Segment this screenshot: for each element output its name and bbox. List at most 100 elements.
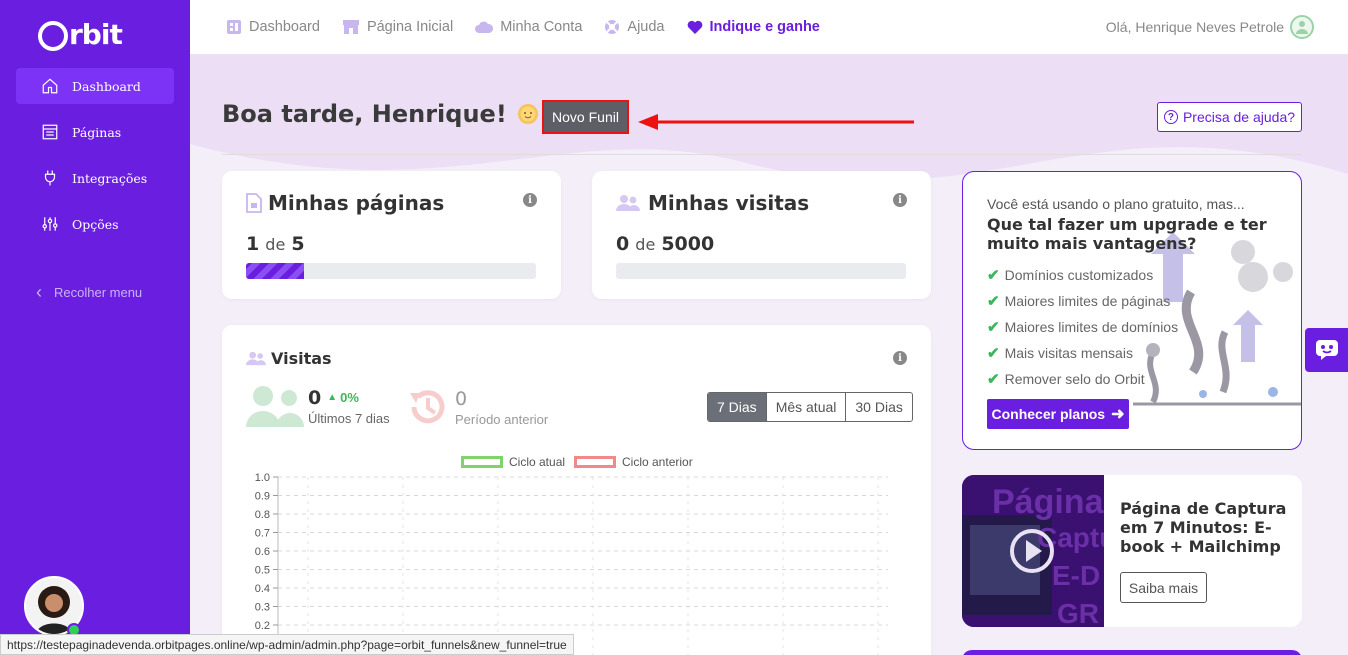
list-item: ✔ Domínios customizados: [987, 262, 1178, 288]
list-item: ✔ Remover selo do Orbit: [987, 366, 1178, 392]
video-thumbnail[interactable]: Página Captu E-D GR: [962, 475, 1104, 627]
current-visits-value: 0: [308, 386, 322, 409]
info-icon[interactable]: i: [893, 193, 907, 207]
previous-period-stat: 0 Período anterior: [406, 385, 548, 429]
collapse-menu-label: Recolher menu: [54, 285, 143, 300]
top-link-label: Dashboard: [249, 19, 320, 35]
feature-label: Remover selo do Orbit: [1004, 371, 1145, 387]
history-icon: [410, 390, 445, 424]
feature-label: Maiores limites de páginas: [1004, 293, 1171, 309]
thumb-word: GR: [1057, 598, 1099, 627]
sidebar-item-label: Integrações: [72, 170, 148, 186]
feature-label: Mais visitas mensais: [1004, 345, 1133, 361]
check-icon: ✔: [987, 293, 1000, 310]
pages-card-title: Minhas páginas: [246, 191, 444, 215]
users-large-icon: [246, 386, 304, 427]
visits-chart-title: Visitas: [246, 349, 332, 368]
question-circle-icon: ?: [1163, 110, 1178, 124]
store-icon: [342, 19, 360, 35]
sidebar-item-dashboard[interactable]: Dashboard: [16, 68, 174, 104]
y-tick-label: 0.3: [255, 602, 270, 614]
pages-card-title-text: Minhas páginas: [268, 191, 445, 215]
top-link-pagina-inicial[interactable]: Página Inicial: [342, 19, 453, 35]
list-item: ✔ Maiores limites de páginas: [987, 288, 1178, 314]
caret-up-icon: ▲: [327, 392, 338, 403]
range-7-days[interactable]: 7 Dias: [708, 393, 766, 421]
upgrade-feature-list: ✔ Domínios customizados ✔ Maiores limites …: [987, 262, 1178, 392]
help-button-label: Precisa de ajuda?: [1182, 109, 1296, 125]
upgrade-card: Você está usando o plano gratuito, mas..…: [962, 171, 1302, 450]
list-item: ✔ Maiores limites de domínios: [987, 314, 1178, 340]
users-icon: [246, 351, 266, 366]
top-link-ajuda[interactable]: Ajuda: [604, 19, 665, 35]
sidebar-item-opcoes[interactable]: Opções: [16, 206, 174, 242]
page-title: Boa tarde, Henrique!: [222, 100, 539, 128]
arrow-right-icon: ➜: [1111, 406, 1125, 423]
thumb-word: E-D: [1052, 560, 1100, 591]
learn-more-button[interactable]: Saiba mais: [1120, 572, 1207, 603]
cloud-icon: [475, 20, 494, 34]
upgrade-intro: Você está usando o plano gratuito, mas..…: [987, 196, 1245, 212]
thumb-word: Página: [992, 483, 1104, 521]
visits-chart-card: Visitas i 0 ▲ 0% Últimos 7 dias 0 Períod…: [222, 325, 931, 655]
visits-limit: 5000: [661, 233, 715, 255]
y-tick-label: 0.6: [255, 546, 270, 558]
sidebar-item-label: Opções: [72, 216, 119, 232]
visits-usage-card: Minhas visitas i 0 de 5000: [592, 171, 931, 299]
logo-ring-icon: [38, 21, 68, 51]
check-icon: ✔: [987, 267, 1000, 284]
y-tick-label: 0.9: [255, 491, 270, 503]
range-30-days[interactable]: 30 Dias: [845, 393, 911, 421]
sidebar-item-paginas[interactable]: Páginas: [16, 114, 174, 150]
sidebar-item-label: Dashboard: [72, 78, 141, 94]
info-icon[interactable]: i: [523, 193, 537, 207]
lifebuoy-icon: [604, 19, 620, 35]
status-url: https://testepaginadevenda.orbitpages.on…: [7, 637, 567, 652]
page-title-text: Boa tarde, Henrique!: [222, 100, 507, 128]
top-link-minha-conta[interactable]: Minha Conta: [475, 19, 582, 35]
chevron-left-icon: ‹: [36, 282, 42, 302]
feature-label: Maiores limites de domínios: [1004, 319, 1179, 335]
home-icon: [40, 76, 60, 96]
sidebar-nav: Dashboard Páginas Integrações Opções: [16, 68, 174, 252]
y-tick-label: 1.0: [255, 472, 270, 484]
current-period-label: Últimos 7 dias: [308, 410, 390, 426]
top-bar: Dashboard Página Inicial Minha Conta Aju…: [190, 0, 1348, 54]
visits-used: 0: [616, 233, 630, 255]
list-item: ✔ Mais visitas mensais: [987, 340, 1178, 366]
video-card: Página Captu E-D GR Página de Captura em…: [962, 475, 1302, 627]
top-link-indique-e-ganhe[interactable]: Indique e ganhe: [687, 19, 820, 35]
user-greeting: Olá, Henrique Neves Petrole: [1105, 19, 1284, 35]
previous-period-label: Período anterior: [455, 411, 549, 427]
range-current-month[interactable]: Mês atual: [765, 393, 846, 421]
sun-emoji-icon: [517, 104, 538, 124]
collapse-menu-button[interactable]: ‹ Recolher menu: [36, 282, 142, 303]
heart-icon: [687, 20, 703, 35]
new-funnel-button[interactable]: Novo Funil: [542, 100, 629, 134]
plug-icon: [40, 168, 60, 188]
y-tick-label: 0.5: [255, 565, 270, 577]
sidebar-item-integracoes[interactable]: Integrações: [16, 160, 174, 196]
pages-used: 1: [246, 233, 260, 255]
see-plans-button[interactable]: Conhecer planos ➜: [987, 399, 1129, 429]
sliders-icon: [40, 214, 60, 234]
help-button[interactable]: ? Precisa de ajuda?: [1157, 102, 1302, 132]
check-icon: ✔: [987, 371, 1000, 388]
user-avatar-icon: [1290, 15, 1314, 39]
see-plans-label: Conhecer planos: [991, 406, 1106, 422]
pages-usage-card: Minhas páginas i 1 de 5: [222, 171, 561, 299]
top-link-dashboard[interactable]: Dashboard: [226, 19, 320, 35]
feature-label: Domínios customizados: [1004, 267, 1154, 283]
visits-count-separator: de: [635, 235, 656, 254]
info-icon[interactable]: i: [893, 351, 907, 365]
pages-limit: 5: [291, 233, 305, 255]
current-visits-change: 0%: [340, 390, 359, 405]
pages-progress-fill: [246, 263, 304, 279]
user-menu[interactable]: Olá, Henrique Neves Petrole: [1106, 0, 1314, 54]
y-tick-label: 0.2: [255, 620, 270, 632]
chat-widget-button[interactable]: [1305, 328, 1348, 372]
check-icon: ✔: [987, 319, 1000, 336]
pages-icon: [40, 122, 60, 142]
browser-status-bar: https://testepaginadevenda.orbitpages.on…: [0, 634, 574, 655]
orbit-logo[interactable]: rbit: [38, 14, 123, 54]
